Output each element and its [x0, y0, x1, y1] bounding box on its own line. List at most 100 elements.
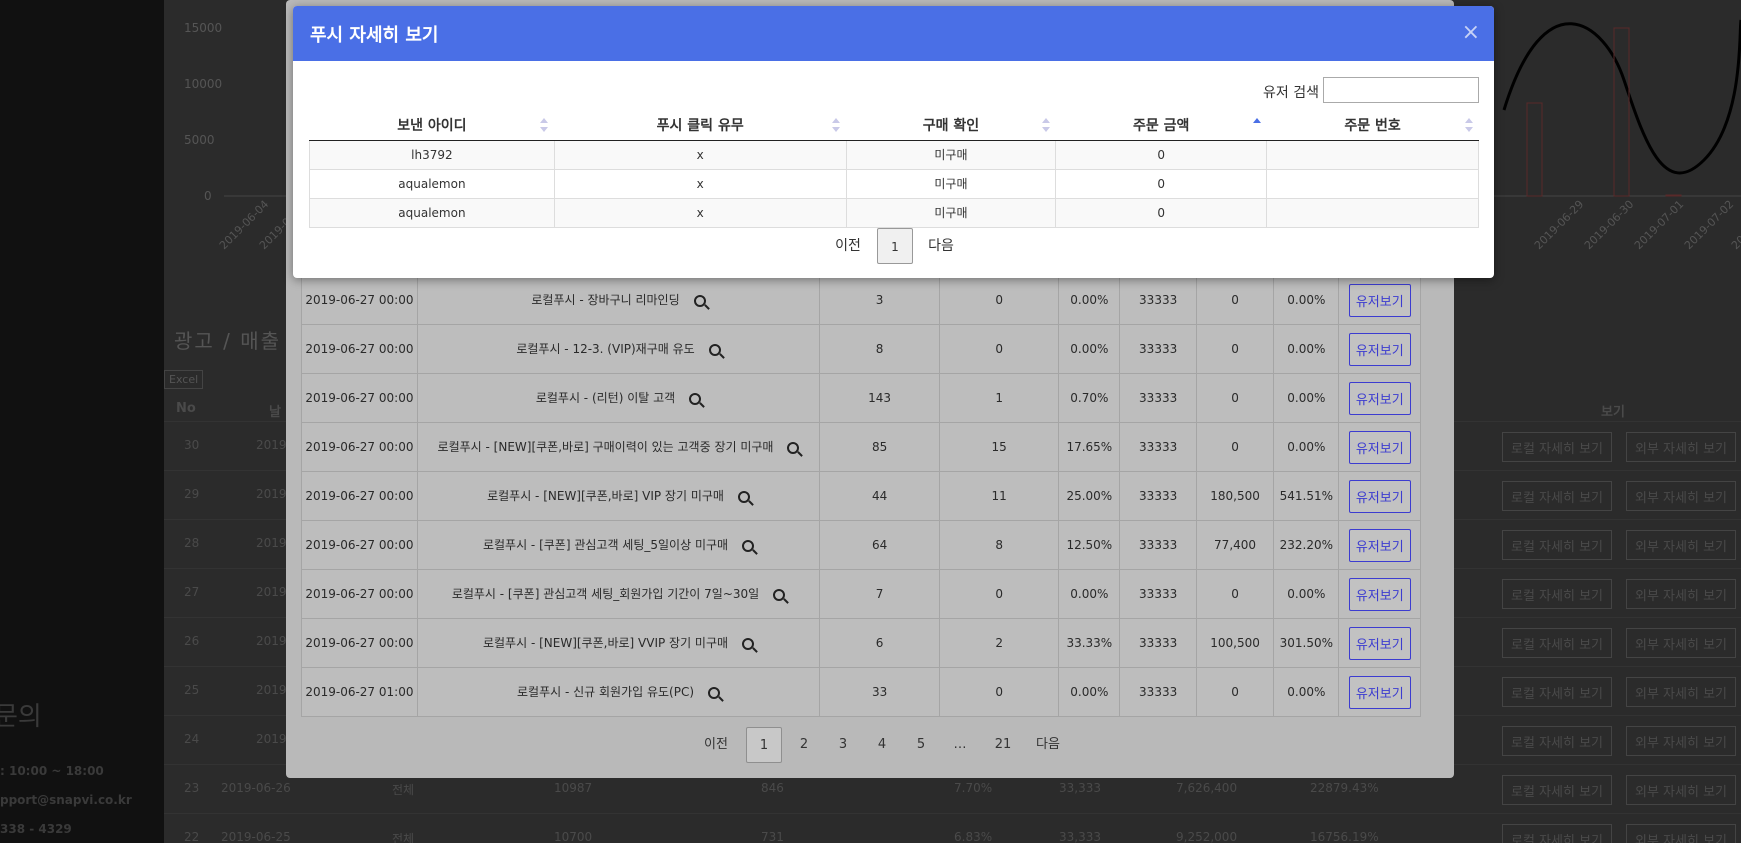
push-title-text: 로컬푸시 - 12-3. (VIP)재구매 유도 — [516, 342, 695, 356]
prev-page-button[interactable]: 이전 — [828, 228, 868, 264]
modal-header: 푸시 자세히 보기 × — [293, 6, 1494, 61]
view-users-button[interactable]: 유저보기 — [1348, 528, 1411, 562]
user-search-label: 유저 검색 — [1263, 85, 1319, 101]
search-icon[interactable] — [773, 588, 786, 601]
view-users-button[interactable]: 유저보기 — [1348, 283, 1411, 317]
next-page-button[interactable]: 다음 — [921, 228, 961, 264]
search-icon[interactable] — [689, 392, 702, 405]
excel-button[interactable]: Excel — [164, 370, 204, 389]
external-detail-button[interactable]: 외부 자세히 보기 — [1626, 481, 1736, 511]
local-detail-button[interactable]: 로컬 자세히 보기 — [1502, 726, 1612, 756]
prev-page-button[interactable]: 이전 — [696, 727, 736, 763]
row-click-count: 11 — [938, 471, 1060, 521]
user-search-input[interactable] — [1323, 77, 1479, 103]
row-cost: 33333 — [1119, 520, 1197, 570]
cell-purchase-status: 미구매 — [845, 168, 1057, 199]
search-icon[interactable] — [708, 686, 721, 699]
table-row: 2019-06-27 00:00 로컬푸시 - [쿠폰] 관심고객 세팅_5일이상… — [301, 520, 1421, 570]
row-date: 2019-06-26 — [221, 781, 291, 795]
view-users-button[interactable]: 유저보기 — [1348, 332, 1411, 366]
view-users-button[interactable]: 유저보기 — [1348, 381, 1411, 415]
page-button[interactable]: 21 — [985, 727, 1021, 763]
row-push-title: 로컬푸시 - 신규 회원가입 유도(PC) — [416, 667, 821, 717]
column-header-order-amount[interactable]: 주문 금액 — [1055, 110, 1267, 141]
local-detail-button[interactable]: 로컬 자세히 보기 — [1502, 775, 1612, 805]
search-icon[interactable] — [737, 490, 750, 503]
cell-purchase-status: 미구매 — [845, 197, 1057, 228]
push-title-text: 로컬푸시 - [NEW][쿠폰,바로] 구매이력이 있는 고객중 장기 미구매 — [437, 440, 774, 454]
local-detail-button[interactable]: 로컬 자세히 보기 — [1502, 432, 1612, 462]
row-no: 24 — [184, 732, 200, 746]
page-button[interactable]: 1 — [746, 727, 782, 763]
page-button[interactable]: 2 — [786, 727, 822, 763]
search-icon[interactable] — [787, 441, 800, 454]
row-date: 2019 — [256, 732, 287, 746]
local-detail-button[interactable]: 로컬 자세히 보기 — [1502, 824, 1612, 843]
row-sent-count: 3 — [819, 275, 940, 325]
column-header-purchase-check[interactable]: 구매 확인 — [846, 110, 1056, 141]
search-icon[interactable] — [708, 343, 721, 356]
row-action: 유저보기 — [1338, 569, 1421, 619]
sidebar: 문의 : 10:00 ~ 18:00 pport@snapvi.co.kr 33… — [0, 0, 164, 843]
external-detail-button[interactable]: 외부 자세히 보기 — [1626, 628, 1736, 658]
view-users-button[interactable]: 유저보기 — [1348, 577, 1411, 611]
close-icon[interactable]: × — [1462, 20, 1480, 45]
row-value: 16756.19% — [1310, 830, 1379, 843]
cell-order-amount: 0 — [1055, 139, 1268, 170]
page-button[interactable]: 5 — [903, 727, 939, 763]
search-icon[interactable] — [693, 294, 706, 307]
next-page-button[interactable]: 다음 — [1028, 727, 1068, 763]
cell-order-number — [1266, 168, 1479, 199]
row-no: 27 — [184, 585, 200, 599]
local-detail-button[interactable]: 로컬 자세히 보기 — [1502, 530, 1612, 560]
table-row: aqualemon x 미구매 0 — [309, 168, 1479, 199]
row-date: 2019-06-27 01:00 — [301, 667, 418, 717]
local-detail-button[interactable]: 로컬 자세히 보기 — [1502, 677, 1612, 707]
view-users-button[interactable]: 유저보기 — [1348, 479, 1411, 513]
table-row: 2019-06-27 00:00 로컬푸시 - 장바구니 리마인딩 3 0 0.00% 3… — [301, 275, 1421, 325]
row-value: 22879.43% — [1310, 781, 1379, 795]
header-no: No — [176, 401, 196, 416]
search-icon[interactable] — [742, 539, 755, 552]
external-detail-button[interactable]: 외부 자세히 보기 — [1626, 677, 1736, 707]
column-header-order-number[interactable]: 주문 번호 — [1266, 110, 1479, 141]
cell-purchase-status: 미구매 — [845, 139, 1057, 170]
page-button[interactable]: 1 — [877, 228, 913, 264]
external-detail-button[interactable]: 외부 자세히 보기 — [1626, 726, 1736, 756]
chart-bar — [1526, 102, 1543, 197]
push-title-text: 로컬푸시 - (리턴) 이탈 고객 — [535, 391, 676, 405]
row-date: 2019 — [256, 487, 287, 501]
row-roas: 0.00% — [1273, 324, 1340, 374]
external-detail-button[interactable]: 외부 자세히 보기 — [1626, 775, 1736, 805]
sort-icon — [832, 118, 841, 132]
view-users-button[interactable]: 유저보기 — [1348, 675, 1411, 709]
external-detail-button[interactable]: 외부 자세히 보기 — [1626, 530, 1736, 560]
row-sent-count: 7 — [819, 569, 940, 619]
row-date: 2019-06-27 00:00 — [301, 324, 418, 374]
row-date: 2019-06-27 00:00 — [301, 520, 418, 570]
page-button[interactable]: 3 — [825, 727, 861, 763]
page-button[interactable]: 4 — [864, 727, 900, 763]
row-click-rate: 0.00% — [1058, 275, 1121, 325]
row-no: 26 — [184, 634, 200, 648]
local-detail-button[interactable]: 로컬 자세히 보기 — [1502, 481, 1612, 511]
row-action: 유저보기 — [1338, 520, 1421, 570]
view-users-button[interactable]: 유저보기 — [1348, 626, 1411, 660]
table-row: 2019-06-27 01:00 로컬푸시 - 신규 회원가입 유도(PC) 33 0… — [301, 667, 1421, 717]
local-detail-button[interactable]: 로컬 자세히 보기 — [1502, 579, 1612, 609]
row-sent-count: 85 — [819, 422, 940, 472]
chart-line — [1502, 19, 1741, 175]
external-detail-button[interactable]: 외부 자세히 보기 — [1626, 579, 1736, 609]
row-roas: 0.00% — [1273, 667, 1340, 717]
row-cost: 33333 — [1119, 667, 1197, 717]
external-detail-button[interactable]: 외부 자세히 보기 — [1626, 432, 1736, 462]
external-detail-button[interactable]: 외부 자세히 보기 — [1626, 824, 1736, 843]
column-header-sender-id[interactable]: 보낸 아이디 — [309, 110, 555, 141]
column-header-push-clicked[interactable]: 푸시 클릭 유무 — [554, 110, 847, 141]
table-row: 2019-06-27 00:00 로컬푸시 - [쿠폰] 관심고객 세팅_회원가입… — [301, 569, 1421, 619]
view-users-button[interactable]: 유저보기 — [1348, 430, 1411, 464]
push-title-text: 로컬푸시 - [NEW][쿠폰,바로] VVIP 장기 미구매 — [482, 636, 729, 650]
row-push-title: 로컬푸시 - 12-3. (VIP)재구매 유도 — [416, 324, 821, 374]
local-detail-button[interactable]: 로컬 자세히 보기 — [1502, 628, 1612, 658]
search-icon[interactable] — [742, 637, 755, 650]
